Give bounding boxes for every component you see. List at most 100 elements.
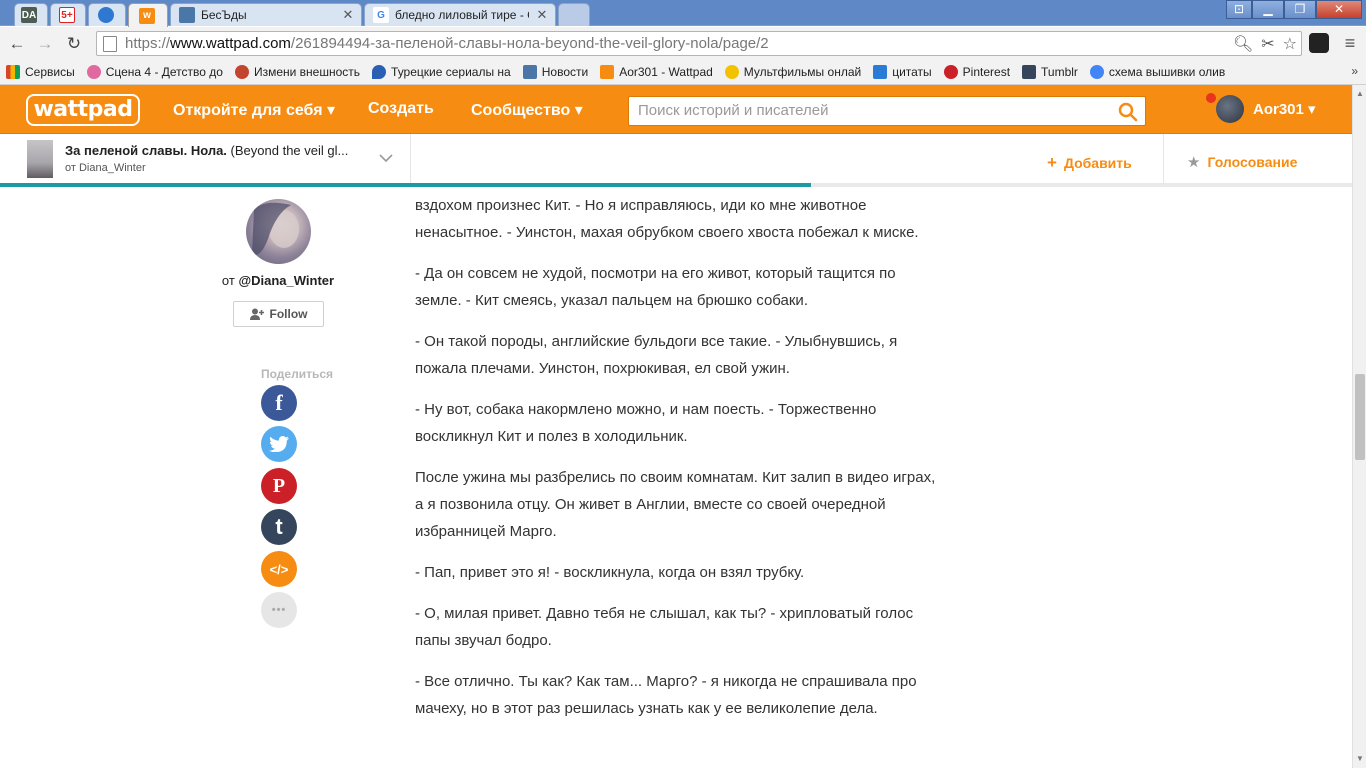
paragraph: вздохом произнес Кит. - Но я исправляюсь… xyxy=(415,197,919,241)
bookmark-item[interactable]: Сцена 4 - Детство до xyxy=(86,65,223,79)
story-title-main: За пеленой славы. Нола. xyxy=(65,143,227,158)
url-path: /261894494-за-пеленой-славы-нола-beyond-… xyxy=(290,35,769,52)
bookmark-item[interactable]: Турецкие сериалы на xyxy=(372,65,511,79)
tumblr-share-button[interactable]: t xyxy=(261,509,297,545)
menu-icon[interactable]: ≡ xyxy=(1340,33,1360,53)
extension-icon[interactable] xyxy=(1309,33,1329,53)
pinterest-icon: P xyxy=(272,474,286,497)
search-input[interactable]: Поиск историй и писателей xyxy=(628,96,1146,126)
embed-share-button[interactable]: </> xyxy=(261,551,297,587)
bookmark-label: Tumblr xyxy=(1041,65,1078,79)
scrollbar-thumb[interactable] xyxy=(1355,374,1365,460)
tab-google-search[interactable]: G бледно лиловый тире - G ✕ xyxy=(364,3,556,26)
scroll-up-icon[interactable]: ▲ xyxy=(1353,87,1366,101)
avatar xyxy=(1216,95,1244,123)
minimize-button[interactable]: ▁ xyxy=(1252,0,1284,19)
pinterest-bookmark-icon xyxy=(943,65,958,79)
maximize-button[interactable]: ❐ xyxy=(1284,0,1316,19)
divider xyxy=(410,134,411,186)
bookmark-label: схема вышивки олив xyxy=(1108,65,1226,79)
wattpad-logo[interactable]: wattpad xyxy=(26,94,140,126)
close-window-button[interactable]: ✕ xyxy=(1316,0,1362,19)
bookmark-label: цитаты xyxy=(892,65,932,79)
reading-progress-fill xyxy=(0,183,812,187)
reload-icon[interactable]: ↻ xyxy=(63,33,85,55)
paragraph: - Он такой породы, английские бульдоги в… xyxy=(415,333,898,377)
embed-icon: </> xyxy=(269,561,289,577)
quotes-icon xyxy=(873,65,888,79)
tab-5plus[interactable]: 5+ xyxy=(50,3,86,26)
story-title[interactable]: За пеленой славы. Нола. (Beyond the veil… xyxy=(65,143,375,158)
tab-edge[interactable] xyxy=(88,3,126,26)
scroll-down-icon[interactable]: ▼ xyxy=(1353,752,1366,766)
bookmark-item[interactable]: Мультфильмы онлай xyxy=(724,65,862,79)
profile-icon[interactable]: ⊡ xyxy=(1226,0,1252,19)
bookmark-label: Pinterest xyxy=(962,65,1011,79)
twitter-share-button[interactable] xyxy=(261,426,297,462)
smiley-icon xyxy=(724,65,739,79)
notification-dot xyxy=(1206,93,1216,103)
window-controls: ⊡ ▁ ❐ ✕ xyxy=(1226,0,1362,20)
search-icon[interactable] xyxy=(1118,102,1138,122)
bookmarks-overflow-icon[interactable]: » xyxy=(1351,64,1358,78)
add-to-list-button[interactable]: + Добавить xyxy=(1047,153,1132,173)
new-tab-button[interactable] xyxy=(558,3,590,26)
zoom-icon[interactable]: 🔍︎ xyxy=(1233,34,1253,54)
bookmark-item[interactable]: Новости xyxy=(522,65,589,79)
back-icon[interactable]: ← xyxy=(6,33,28,55)
nav-discover[interactable]: Откройте для себя ▾ xyxy=(173,100,335,120)
browser-toolbar: ← → ↻ https://www.wattpad.com/261894494-… xyxy=(0,27,1366,60)
tab-besedy[interactable]: БесЪды ✕ xyxy=(170,3,362,26)
bookmark-label: Сцена 4 - Детство до xyxy=(105,65,223,79)
tools-icon[interactable]: ✂ xyxy=(1261,34,1274,54)
author-photo xyxy=(252,202,299,255)
follow-button[interactable]: Follow xyxy=(233,301,324,327)
facebook-share-button[interactable]: f xyxy=(261,385,297,421)
bookmark-item[interactable]: схема вышивки олив xyxy=(1089,65,1226,79)
wattpad-header: wattpad Откройте для себя ▾ Создать Сооб… xyxy=(0,85,1352,134)
bookmark-item[interactable]: Aor301 - Wattpad xyxy=(600,65,713,79)
apps-icon xyxy=(6,65,20,79)
forward-icon[interactable]: → xyxy=(34,33,56,55)
bookmark-star-icon[interactable]: ☆ xyxy=(1283,34,1297,54)
pinterest-share-button[interactable]: P xyxy=(261,468,297,504)
author-avatar[interactable] xyxy=(246,199,311,264)
story-text: вздохом произнес Кит. - Но я исправляюсь… xyxy=(415,192,940,736)
makeover-icon xyxy=(234,65,249,79)
chevron-down-icon[interactable] xyxy=(378,150,394,166)
close-icon[interactable]: ✕ xyxy=(535,7,549,23)
more-share-button[interactable]: ••• xyxy=(261,592,297,628)
add-user-icon xyxy=(249,308,264,320)
tab-title: бледно лиловый тире - G xyxy=(395,8,529,22)
bookmark-label: Турецкие сериалы на xyxy=(391,65,511,79)
follow-label: Follow xyxy=(269,307,308,321)
nav-create[interactable]: Создать xyxy=(368,100,434,118)
reading-progress xyxy=(0,183,1352,187)
wattpad-icon xyxy=(600,65,615,79)
user-menu[interactable]: Aor301 ▾ xyxy=(1216,95,1316,123)
tab-deviantart[interactable]: DA xyxy=(14,3,48,26)
bookmark-label: Новости xyxy=(541,65,589,79)
bookmark-item[interactable]: цитаты xyxy=(873,65,932,79)
tumblr-bookmark-icon xyxy=(1022,65,1037,79)
close-icon[interactable]: ✕ xyxy=(341,7,355,23)
plus-icon: + xyxy=(1047,153,1057,172)
bookmark-item[interactable]: Pinterest xyxy=(943,65,1011,79)
bookmark-item[interactable]: Tumblr xyxy=(1022,65,1078,79)
vk-tab-icon xyxy=(179,7,195,23)
bookmark-item[interactable]: Измени внешность xyxy=(234,65,360,79)
story-author: от Diana_Winter xyxy=(65,162,146,174)
tab-wattpad[interactable]: w xyxy=(128,3,168,27)
bookmark-label: Мультфильмы онлай xyxy=(743,65,862,79)
vote-button[interactable]: ★ Голосование xyxy=(1187,153,1297,171)
author-handle[interactable]: @Diana_Winter xyxy=(238,273,334,288)
page-scrollbar[interactable]: ▲ ▼ xyxy=(1352,85,1366,768)
google-icon: G xyxy=(373,7,389,23)
divider xyxy=(1163,134,1164,186)
story-cover[interactable] xyxy=(27,140,53,178)
nav-community[interactable]: Сообщество ▾ xyxy=(471,100,583,120)
bookmark-item[interactable]: Сервисы xyxy=(6,65,75,79)
vk-icon xyxy=(522,65,537,79)
story-title-sub: (Beyond the veil gl... xyxy=(226,143,349,158)
address-bar[interactable]: https://www.wattpad.com/261894494-за-пел… xyxy=(96,31,1302,56)
